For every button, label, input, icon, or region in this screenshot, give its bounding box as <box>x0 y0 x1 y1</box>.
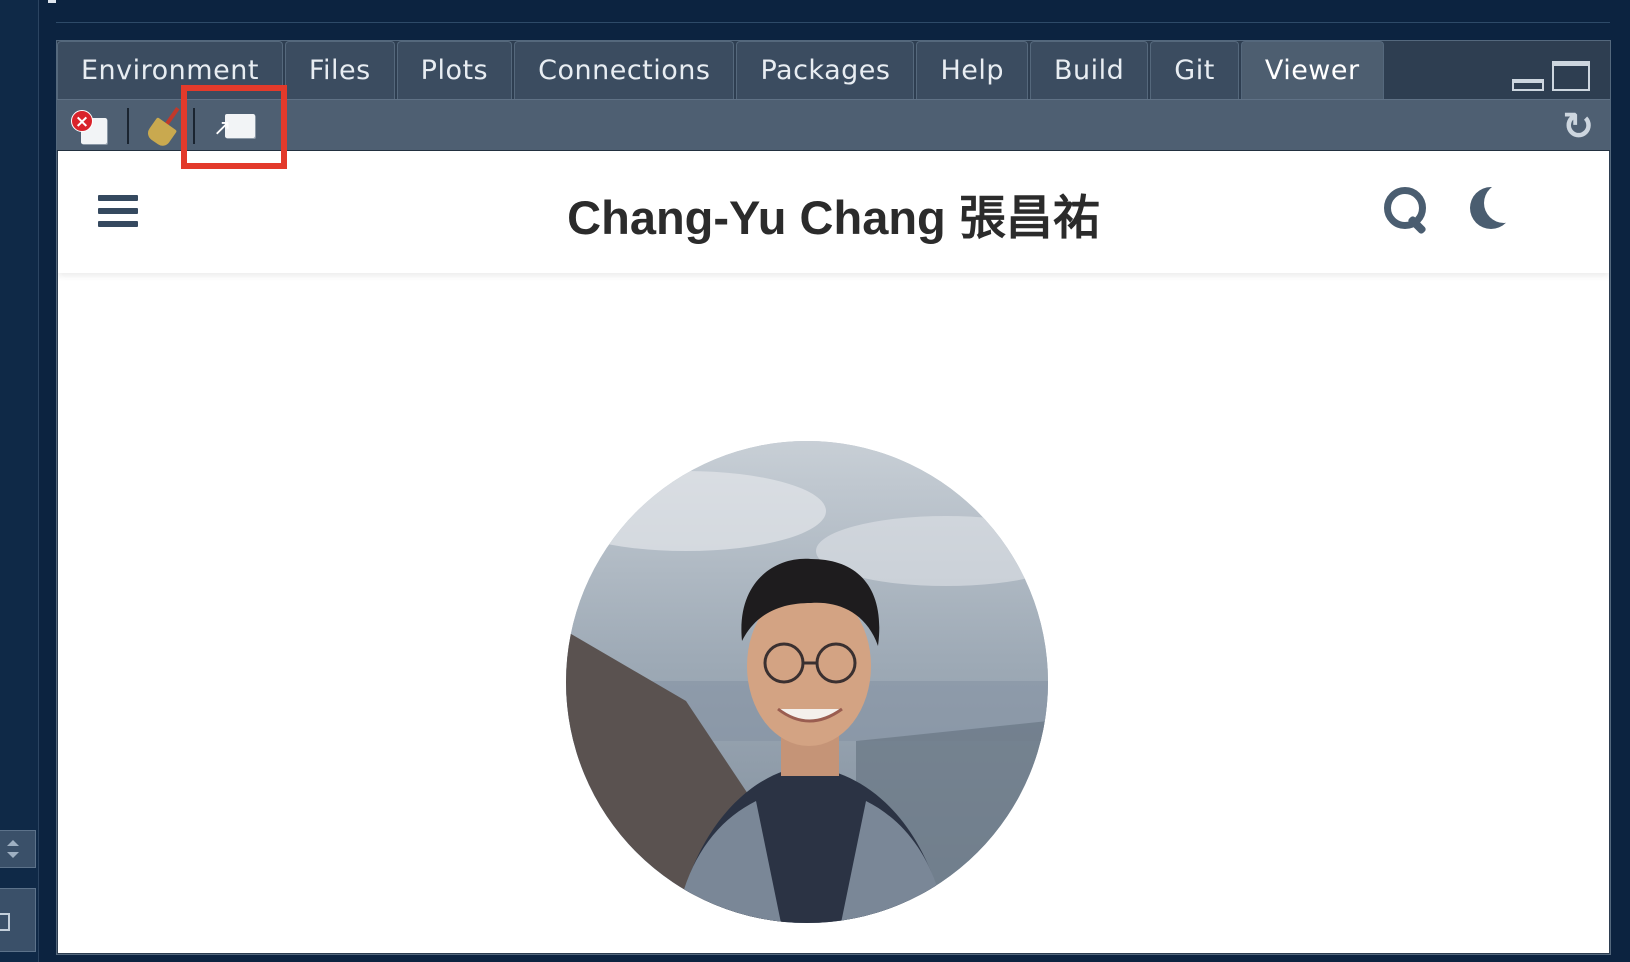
export-arrow-icon: ↗ <box>213 116 232 141</box>
tab-packages[interactable]: Packages <box>736 41 915 99</box>
clear-all-button[interactable] <box>144 106 189 149</box>
viewer-content: Chang-Yu Chang 張昌祐 <box>58 151 1609 953</box>
minimize-pane-icon[interactable] <box>1512 79 1544 91</box>
profile-photo <box>566 441 1048 923</box>
pane-tab-bar: Environment Files Plots Connections Pack… <box>57 41 1610 99</box>
site-title[interactable]: Chang-Yu Chang 張昌祐 <box>58 179 1609 248</box>
tab-connections[interactable]: Connections <box>514 41 735 99</box>
pane-resize-chevrons-icon[interactable] <box>0 830 36 868</box>
profile-photo-avatar <box>566 441 1048 923</box>
toolbar-separator <box>127 108 129 144</box>
refresh-icon[interactable]: ↻ <box>1558 104 1598 148</box>
tab-viewer[interactable]: Viewer <box>1240 41 1384 99</box>
window-restore-icon <box>0 913 10 931</box>
remove-x-icon: × <box>71 110 93 132</box>
site-header: Chang-Yu Chang 張昌祐 <box>58 151 1609 273</box>
maximize-pane-icon[interactable] <box>1552 61 1590 91</box>
viewer-toolbar: × ↗ ↻ <box>57 99 1610 151</box>
upper-pane-bottom-edge <box>56 0 1610 23</box>
tab-files[interactable]: Files <box>284 41 395 99</box>
viewer-pane: Environment Files Plots Connections Pack… <box>56 40 1611 955</box>
tab-environment[interactable]: Environment <box>57 41 283 99</box>
remove-viewer-button[interactable]: × <box>65 106 109 146</box>
tab-git[interactable]: Git <box>1150 41 1239 99</box>
left-pane-strip <box>0 0 39 962</box>
toolbar-separator <box>193 108 195 144</box>
pane-window-controls <box>1512 61 1590 91</box>
broom-icon <box>144 117 178 149</box>
tab-plots[interactable]: Plots <box>396 41 513 99</box>
tab-build[interactable]: Build <box>1030 41 1149 99</box>
tab-help[interactable]: Help <box>916 41 1029 99</box>
show-in-new-window-button[interactable]: ↗ <box>203 106 255 146</box>
left-pane-restore-button[interactable] <box>0 888 36 952</box>
search-icon[interactable] <box>1384 187 1430 235</box>
upper-pane-marker <box>48 0 56 3</box>
dark-mode-moon-icon[interactable] <box>1470 183 1524 231</box>
